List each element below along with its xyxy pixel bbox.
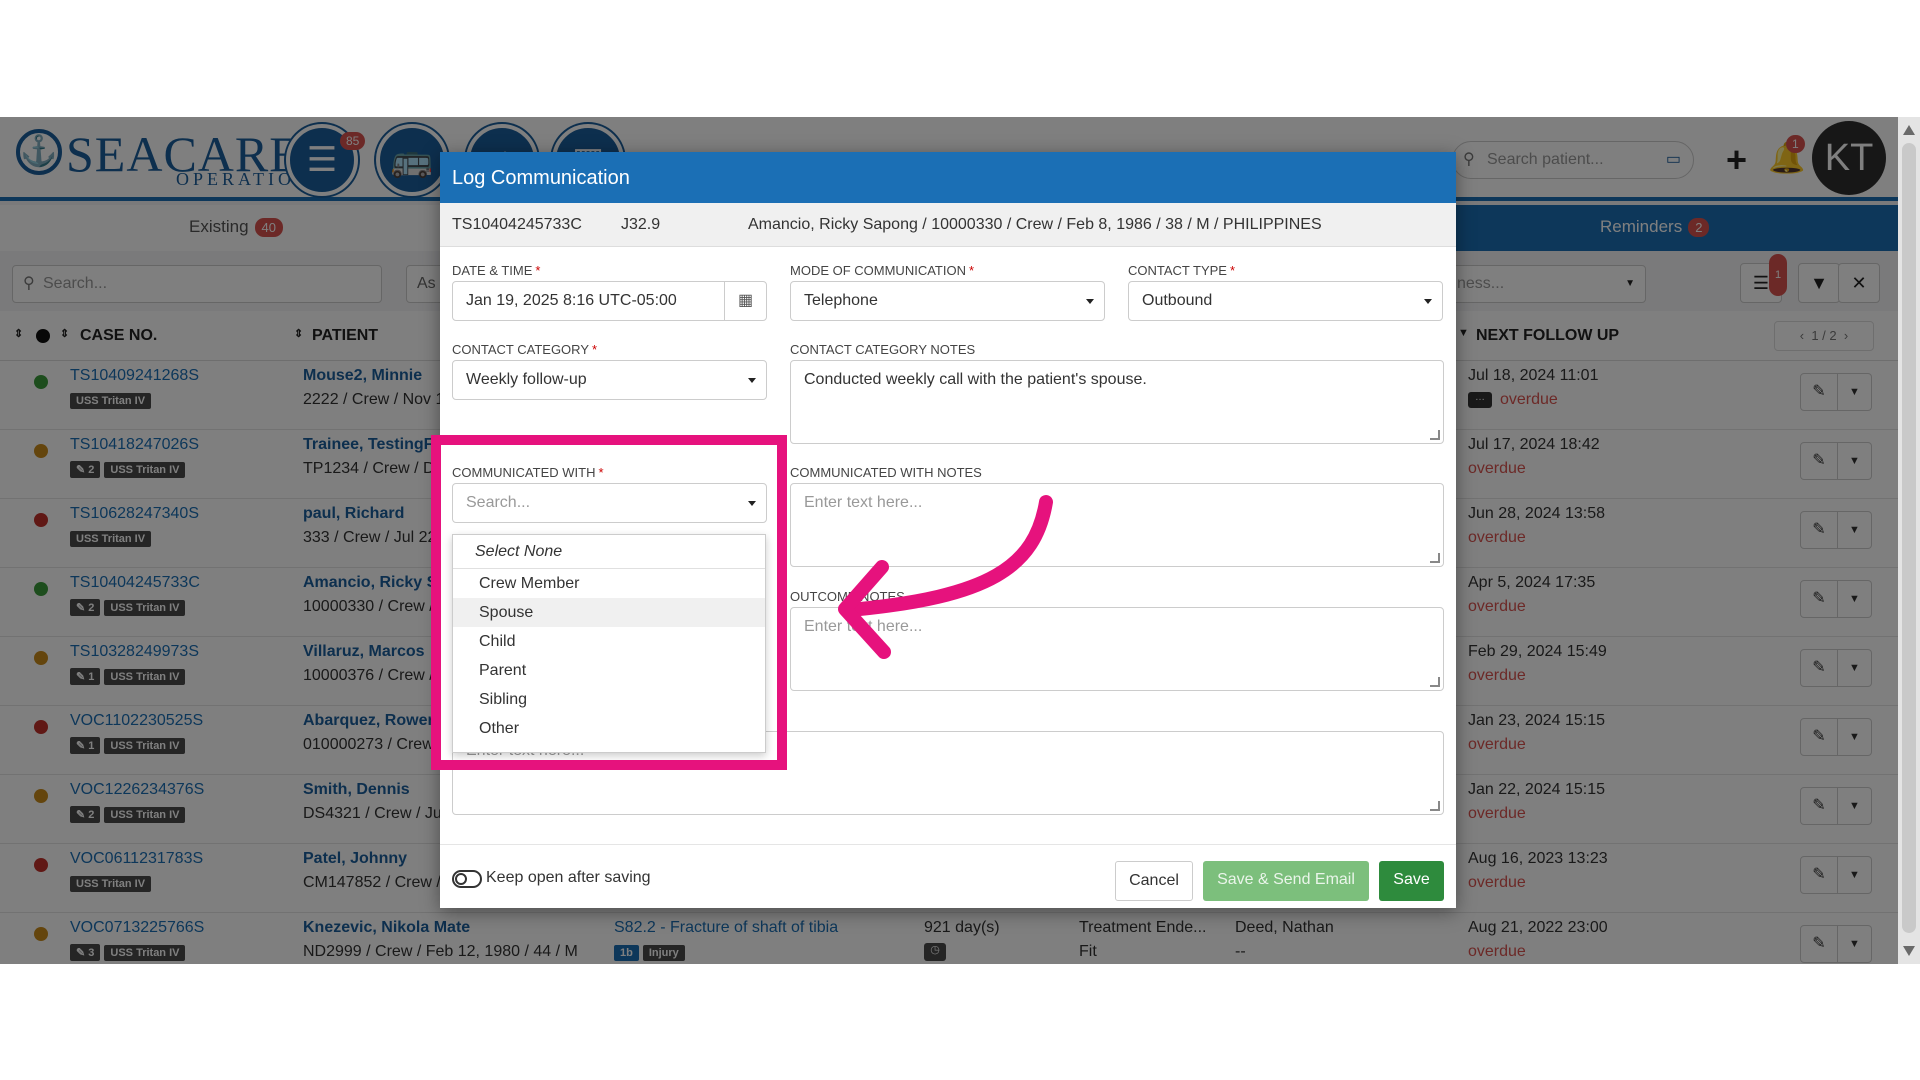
annotation-arrow: [838, 495, 1053, 659]
scroll-down-icon[interactable]: [1903, 946, 1915, 956]
page-scrollbar[interactable]: [1898, 117, 1920, 964]
arrow-shaft: [843, 495, 1053, 617]
scroll-up-icon[interactable]: [1903, 125, 1915, 135]
app-screen: ⚓ SEACARE OPERATIONS ☰ 85 🚌 ➜ ▥ ⚲ Search…: [0, 117, 1898, 964]
scrollbar-thumb[interactable]: [1902, 143, 1916, 933]
